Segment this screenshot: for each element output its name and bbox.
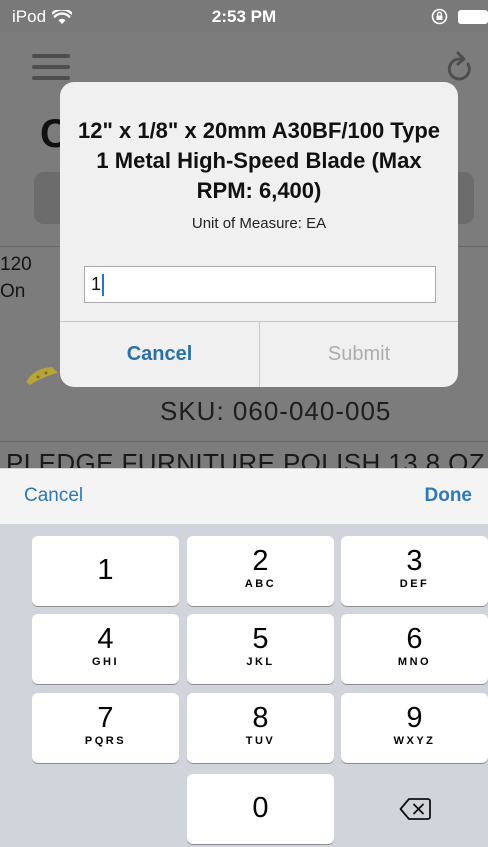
- key-letters: ABC: [244, 578, 277, 590]
- key-2[interactable]: 2 ABC: [187, 536, 334, 606]
- dialog-cancel-button[interactable]: Cancel: [60, 322, 259, 387]
- key-digit: 5: [252, 623, 269, 655]
- keyboard-toolbar: Cancel Done: [0, 468, 488, 524]
- sku-text: SKU: 060-040-005: [160, 396, 392, 426]
- battery-icon: [458, 9, 488, 24]
- number-keypad: 1 2 ABC 3 DEF 4 GHI 5 JKL 6 MNO 7 PQRS 8…: [0, 524, 488, 847]
- status-bar: iPod 2:53 PM: [0, 0, 488, 32]
- key-digit: 0: [252, 792, 269, 824]
- status-right: [431, 8, 488, 25]
- key-digit: 1: [97, 554, 114, 586]
- list-item-text: 120: [0, 254, 32, 275]
- key-letters: DEF: [399, 578, 430, 590]
- key-letters: PQRS: [84, 735, 127, 747]
- key-6[interactable]: 6 MNO: [341, 614, 488, 684]
- list-divider: [0, 441, 488, 442]
- key-4[interactable]: 4 GHI: [32, 614, 179, 684]
- key-digit: 3: [406, 545, 423, 577]
- quantity-input-value: 1: [91, 274, 102, 294]
- key-letters: GHI: [91, 656, 120, 668]
- key-9[interactable]: 9 WXYZ: [341, 693, 488, 763]
- key-letters: TUV: [245, 735, 276, 747]
- unit-of-measure-label: Unit of Measure: EA: [191, 215, 327, 232]
- backspace-icon: [399, 798, 431, 820]
- key-1[interactable]: 1: [32, 536, 179, 606]
- key-digit: 7: [97, 702, 114, 734]
- menu-icon[interactable]: [32, 54, 70, 80]
- key-digit: 4: [97, 623, 114, 655]
- key-7[interactable]: 7 PQRS: [32, 693, 179, 763]
- delete-key[interactable]: [341, 774, 488, 844]
- key-letters: MNO: [397, 656, 432, 668]
- key-3[interactable]: 3 DEF: [341, 536, 488, 606]
- text-caret: [102, 273, 105, 296]
- key-digit: 6: [406, 623, 423, 655]
- orientation-lock-icon: [431, 8, 448, 25]
- key-digit: 8: [252, 702, 269, 734]
- dialog-submit-button[interactable]: Submit: [260, 322, 458, 387]
- key-digit: 2: [252, 545, 269, 577]
- key-letters: JKL: [246, 656, 275, 668]
- quantity-input[interactable]: 1: [84, 266, 436, 303]
- keyboard-cancel-button[interactable]: Cancel: [24, 485, 83, 507]
- key-digit: 9: [406, 702, 423, 734]
- status-time: 2:53 PM: [211, 7, 277, 26]
- list-item-subtext: On: [0, 281, 26, 302]
- key-5[interactable]: 5 JKL: [187, 614, 334, 684]
- quantity-dialog: 12" x 1/8" x 20mm A30BF/100 Type 1 Metal…: [60, 82, 458, 387]
- refresh-icon[interactable]: [444, 50, 474, 84]
- dialog-title: 12" x 1/8" x 20mm A30BF/100 Type 1 Metal…: [77, 118, 441, 203]
- keyboard-done-button[interactable]: Done: [425, 485, 473, 507]
- product-thumbnail: [26, 367, 58, 385]
- key-letters: WXYZ: [393, 735, 436, 747]
- key-0[interactable]: 0: [187, 774, 334, 844]
- key-8[interactable]: 8 TUV: [187, 693, 334, 763]
